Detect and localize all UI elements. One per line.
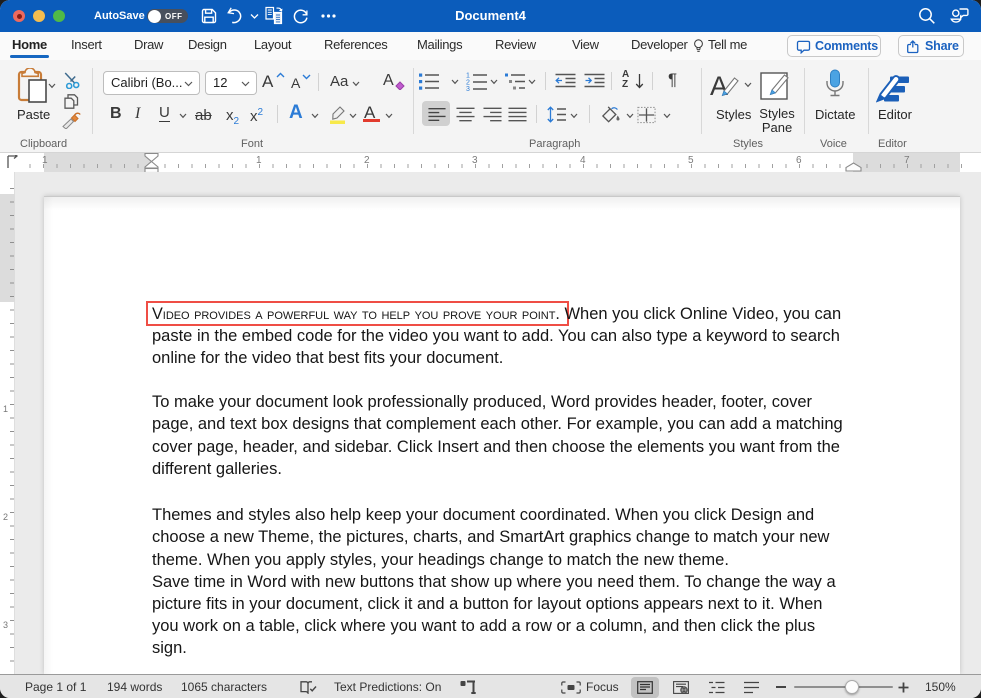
svg-text:A: A	[710, 71, 728, 101]
svg-text:1: 1	[466, 73, 470, 80]
svg-text:3: 3	[466, 86, 470, 91]
